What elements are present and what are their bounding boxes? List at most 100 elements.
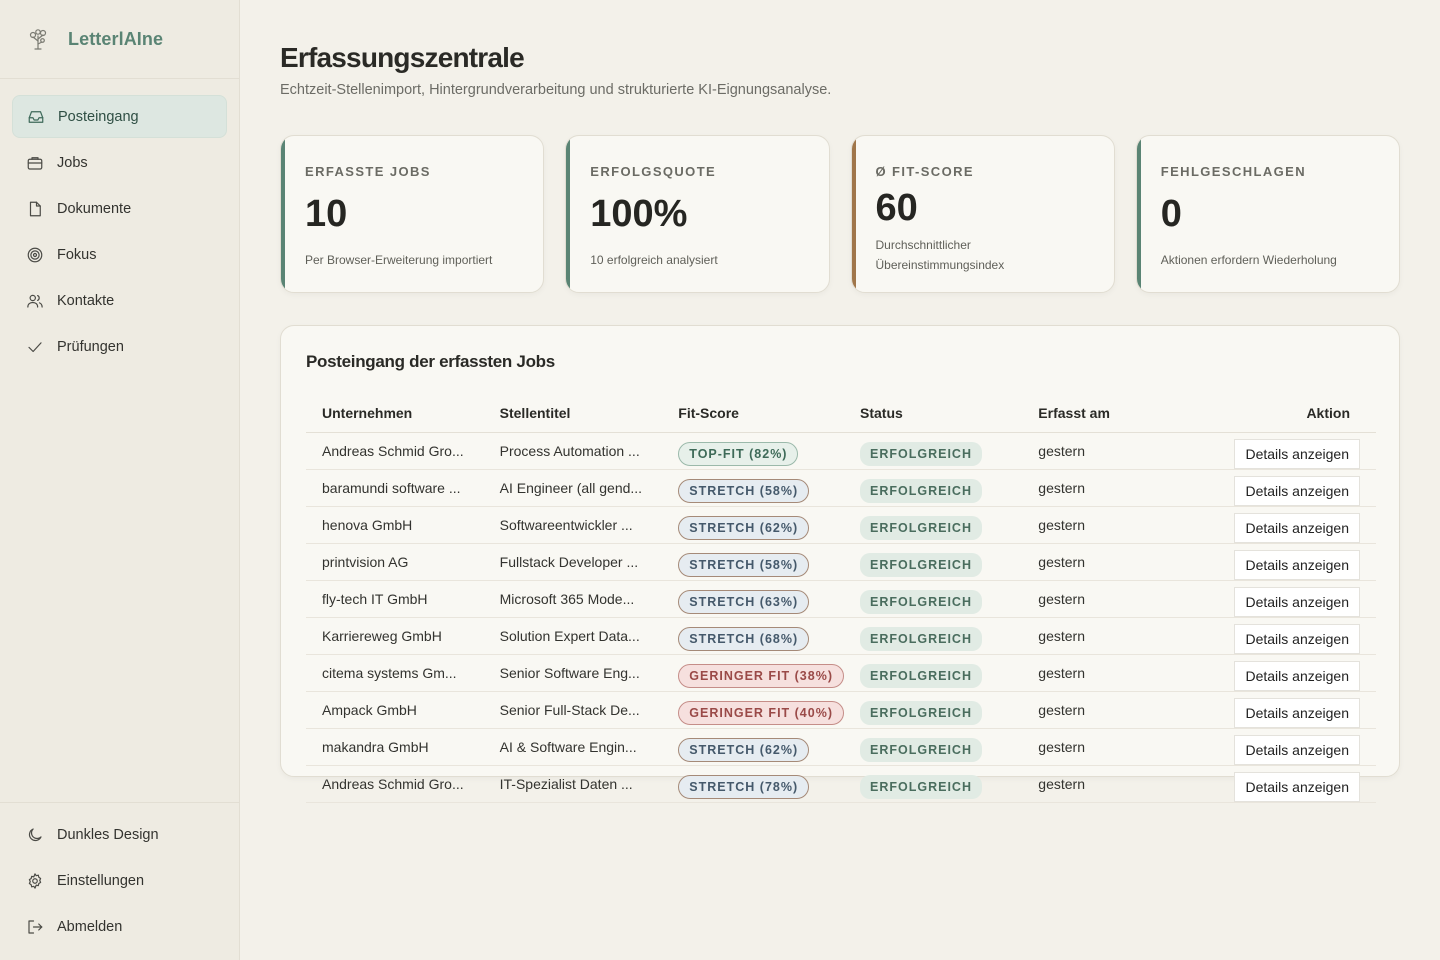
details-button[interactable]: Details anzeigen bbox=[1234, 475, 1360, 506]
table-row[interactable]: makandra GmbH AI & Software Engin... STRET… bbox=[306, 728, 1376, 766]
tree-logo-icon bbox=[29, 29, 47, 50]
cell-fit: STRETCH (58%) bbox=[662, 543, 844, 581]
target-icon bbox=[27, 247, 43, 262]
logout-icon bbox=[28, 919, 43, 934]
cell-company: Andreas Schmid Gro... bbox=[306, 432, 484, 470]
cell-status: ERFOLGREICH bbox=[844, 654, 1023, 692]
cell-status: ERFOLGREICH bbox=[844, 691, 1023, 729]
settings-link[interactable]: Einstellungen bbox=[12, 859, 227, 902]
cell-title: AI Engineer (all gend... bbox=[483, 469, 663, 507]
status-badge: ERFOLGREICH bbox=[860, 664, 982, 688]
cell-company: henova GmbH bbox=[306, 506, 484, 544]
nav-item-jobs[interactable]: Jobs bbox=[12, 141, 227, 184]
col-header-status[interactable]: Status bbox=[844, 394, 1023, 433]
nav-label: Abmelden bbox=[57, 918, 123, 935]
inbox-icon bbox=[28, 110, 44, 123]
brand[interactable]: LetterlAIne bbox=[0, 0, 239, 79]
table-row[interactable]: Karriereweg GmbH Solution Expert Data... S… bbox=[306, 617, 1376, 655]
stat-accent bbox=[1136, 136, 1141, 292]
cell-title: Microsoft 365 Mode... bbox=[483, 580, 663, 618]
cell-company: baramundi software ... bbox=[306, 469, 484, 507]
status-badge: ERFOLGREICH bbox=[860, 553, 982, 577]
moon-icon bbox=[28, 827, 42, 841]
cell-title: Senior Software Eng... bbox=[483, 654, 663, 692]
details-button[interactable]: Details anzeigen bbox=[1234, 549, 1360, 580]
cell-company: Ampack GmbH bbox=[306, 691, 484, 729]
table-body: Andreas Schmid Gro... Process Automation … bbox=[306, 432, 1376, 803]
nav-item-posteingang[interactable]: Posteingang bbox=[12, 95, 227, 138]
jobs-inbox-card: Posteingang der erfassten Jobs Unternehm… bbox=[280, 325, 1400, 803]
nav-item-dokumente[interactable]: Dokumente bbox=[12, 187, 227, 230]
status-badge: ERFOLGREICH bbox=[860, 479, 982, 503]
table-row[interactable]: citema systems Gm... Senior Software Eng.… bbox=[306, 654, 1376, 692]
col-header-fit[interactable]: Fit-Score bbox=[662, 394, 844, 433]
cell-action: Details anzeigen bbox=[1198, 469, 1376, 507]
dark-mode-toggle[interactable]: Dunkles Design bbox=[12, 813, 227, 856]
cell-date: gestern bbox=[1022, 432, 1199, 470]
cell-date: gestern bbox=[1022, 728, 1199, 766]
brand-name: LetterlAIne bbox=[68, 28, 164, 49]
stats-row: ERFASSTE JOBS 10 Per Browser-Erweiterung… bbox=[280, 135, 1400, 293]
check-icon bbox=[28, 341, 42, 352]
details-button[interactable]: Details anzeigen bbox=[1234, 660, 1360, 691]
cell-status: ERFOLGREICH bbox=[844, 728, 1023, 766]
nav-label: Dunkles Design bbox=[57, 826, 159, 843]
stat-desc: Durchschnittlicher Übereinstimmungsindex bbox=[876, 235, 1090, 275]
main-content: Erfassungszentrale Echtzeit-Stellenimpor… bbox=[240, 0, 1440, 960]
details-button[interactable]: Details anzeigen bbox=[1234, 586, 1360, 617]
cell-action: Details anzeigen bbox=[1198, 580, 1376, 618]
table-row[interactable]: Andreas Schmid Gro... Process Automation … bbox=[306, 432, 1376, 470]
stat-value: 0 bbox=[1160, 193, 1182, 235]
details-button[interactable]: Details anzeigen bbox=[1234, 697, 1360, 728]
table-row[interactable]: printvision AG Fullstack Developer ... STR… bbox=[306, 543, 1376, 581]
logout-link[interactable]: Abmelden bbox=[12, 905, 227, 948]
nav-label: Dokumente bbox=[57, 200, 132, 217]
stat-desc: 10 erfolgreich analysiert bbox=[590, 253, 718, 267]
briefcase-icon bbox=[27, 156, 43, 170]
status-badge: ERFOLGREICH bbox=[860, 516, 982, 540]
details-button[interactable]: Details anzeigen bbox=[1234, 771, 1360, 802]
table-header-row: Unternehmen Stellentitel Fit-Score Statu… bbox=[306, 394, 1376, 433]
nav-item-pruefungen[interactable]: Prüfungen bbox=[12, 325, 227, 368]
table-row[interactable]: Ampack GmbH Senior Full-Stack De... GERING… bbox=[306, 691, 1376, 729]
nav-item-fokus[interactable]: Fokus bbox=[12, 233, 227, 276]
col-header-date[interactable]: Erfasst am bbox=[1022, 394, 1199, 433]
table-row[interactable]: Andreas Schmid Gro... IT-Spezialist Daten… bbox=[306, 765, 1376, 803]
fit-score-badge: STRETCH (68%) bbox=[678, 627, 810, 651]
stat-value: 60 bbox=[875, 187, 918, 229]
cell-status: ERFOLGREICH bbox=[844, 543, 1023, 581]
table-row[interactable]: baramundi software ... AI Engineer (all g… bbox=[306, 469, 1376, 507]
status-badge: ERFOLGREICH bbox=[860, 775, 982, 799]
cell-fit: STRETCH (78%) bbox=[662, 765, 844, 803]
sidebar-bottom: Dunkles Design Einstellungen Abmelden bbox=[0, 802, 239, 960]
nav-label: Prüfungen bbox=[57, 338, 124, 355]
table-title: Posteingang der erfassten Jobs bbox=[306, 352, 555, 371]
details-button[interactable]: Details anzeigen bbox=[1234, 734, 1360, 765]
fit-score-badge: STRETCH (62%) bbox=[678, 516, 810, 540]
stat-card-failed: FEHLGESCHLAGEN 0 Aktionen erfordern Wied… bbox=[1135, 135, 1400, 293]
gear-icon bbox=[28, 872, 42, 889]
cell-action: Details anzeigen bbox=[1198, 543, 1376, 581]
nav-label: Kontakte bbox=[57, 292, 115, 309]
details-button[interactable]: Details anzeigen bbox=[1234, 512, 1360, 543]
nav-item-kontakte[interactable]: Kontakte bbox=[12, 279, 227, 322]
fit-score-badge: STRETCH (78%) bbox=[678, 775, 810, 799]
nav-label: Fokus bbox=[57, 246, 97, 263]
cell-title: AI & Software Engin... bbox=[483, 728, 663, 766]
cell-company: citema systems Gm... bbox=[306, 654, 484, 692]
cell-title: Solution Expert Data... bbox=[483, 617, 663, 655]
stat-card-success-rate: ERFOLGSQUOTE 100% 10 erfolgreich analysi… bbox=[565, 135, 830, 293]
table-row[interactable]: henova GmbH Softwareentwickler ... STRETCH… bbox=[306, 506, 1376, 544]
fit-score-badge: STRETCH (58%) bbox=[678, 479, 810, 503]
stat-label: ERFASSTE JOBS bbox=[305, 164, 431, 179]
cell-company: makandra GmbH bbox=[306, 728, 484, 766]
col-header-company[interactable]: Unternehmen bbox=[306, 394, 484, 433]
main-nav: Posteingang Jobs Dokumente Fokus Kontakt… bbox=[0, 79, 239, 387]
table-row[interactable]: fly-tech IT GmbH Microsoft 365 Mode... STR… bbox=[306, 580, 1376, 618]
cell-status: ERFOLGREICH bbox=[844, 432, 1023, 470]
col-header-title[interactable]: Stellentitel bbox=[483, 394, 663, 433]
details-button[interactable]: Details anzeigen bbox=[1234, 438, 1360, 469]
users-icon bbox=[27, 294, 43, 308]
details-button[interactable]: Details anzeigen bbox=[1234, 623, 1360, 654]
cell-date: gestern bbox=[1022, 580, 1199, 618]
